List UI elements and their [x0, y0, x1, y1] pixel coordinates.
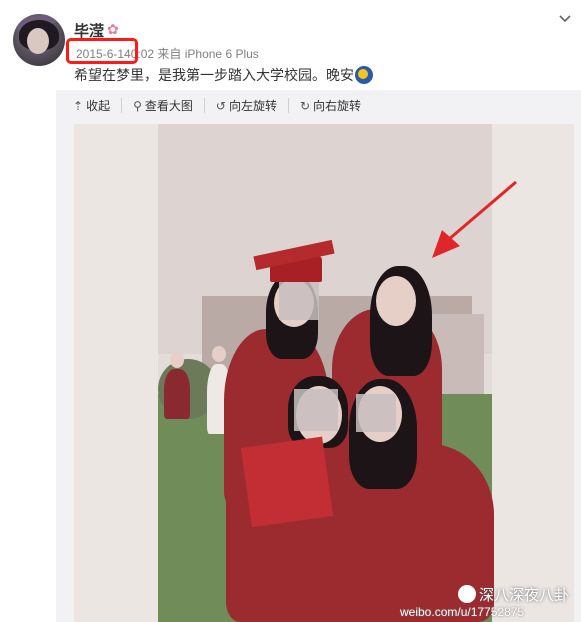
rotate-left-label: 向左旋转	[228, 99, 277, 113]
collapse-button[interactable]: ⇡ 收起	[73, 98, 123, 113]
chevron-down-icon[interactable]	[558, 12, 572, 26]
watermark-account: 深八深夜八卦	[479, 587, 570, 604]
post-text-content: 希望在梦里，是我第一步踏入大学校园。晚安	[74, 67, 354, 83]
collapse-icon: ⇡	[73, 98, 84, 113]
rotate-left-button[interactable]: ↺ 向左旋转	[216, 98, 289, 113]
butterfly-icon: ✿	[107, 21, 119, 37]
avatar-face	[27, 28, 49, 54]
post-text: 希望在梦里，是我第一步踏入大学校园。晚安	[74, 65, 373, 85]
rotate-left-icon: ↺	[215, 98, 226, 113]
watermark: 深八深夜八卦	[458, 584, 569, 605]
rotate-right-button[interactable]: ↻ 向右旋转	[299, 98, 372, 114]
rotate-right-icon: ↻	[299, 98, 311, 113]
avatar[interactable]	[13, 14, 65, 66]
collapse-label: 收起	[86, 99, 111, 113]
photo-border-left	[74, 124, 158, 622]
wechat-icon	[458, 585, 476, 603]
view-large-button[interactable]: ⚲ 查看大图	[133, 98, 205, 113]
red-arrow-annotation	[432, 180, 517, 258]
username[interactable]: 毕滢	[74, 20, 104, 41]
rotate-right-label: 向右旋转	[313, 99, 362, 113]
weibo-url-watermark: weibo.com/u/17752875	[400, 605, 525, 619]
post-date[interactable]: 2015-6-14	[76, 47, 131, 61]
media-toolbar: ⇡ 收起 ⚲ 查看大图 ↺ 向左旋转 ↻ 向右旋转	[73, 98, 383, 113]
search-icon: ⚲	[133, 98, 142, 113]
post-meta: 2015-6-140:02 来自 iPhone 6 Plus	[76, 45, 259, 62]
view-large-label: 查看大图	[144, 99, 193, 113]
moon-icon	[355, 66, 373, 84]
post-time-source: 0:02 来自 iPhone 6 Plus	[130, 47, 259, 61]
